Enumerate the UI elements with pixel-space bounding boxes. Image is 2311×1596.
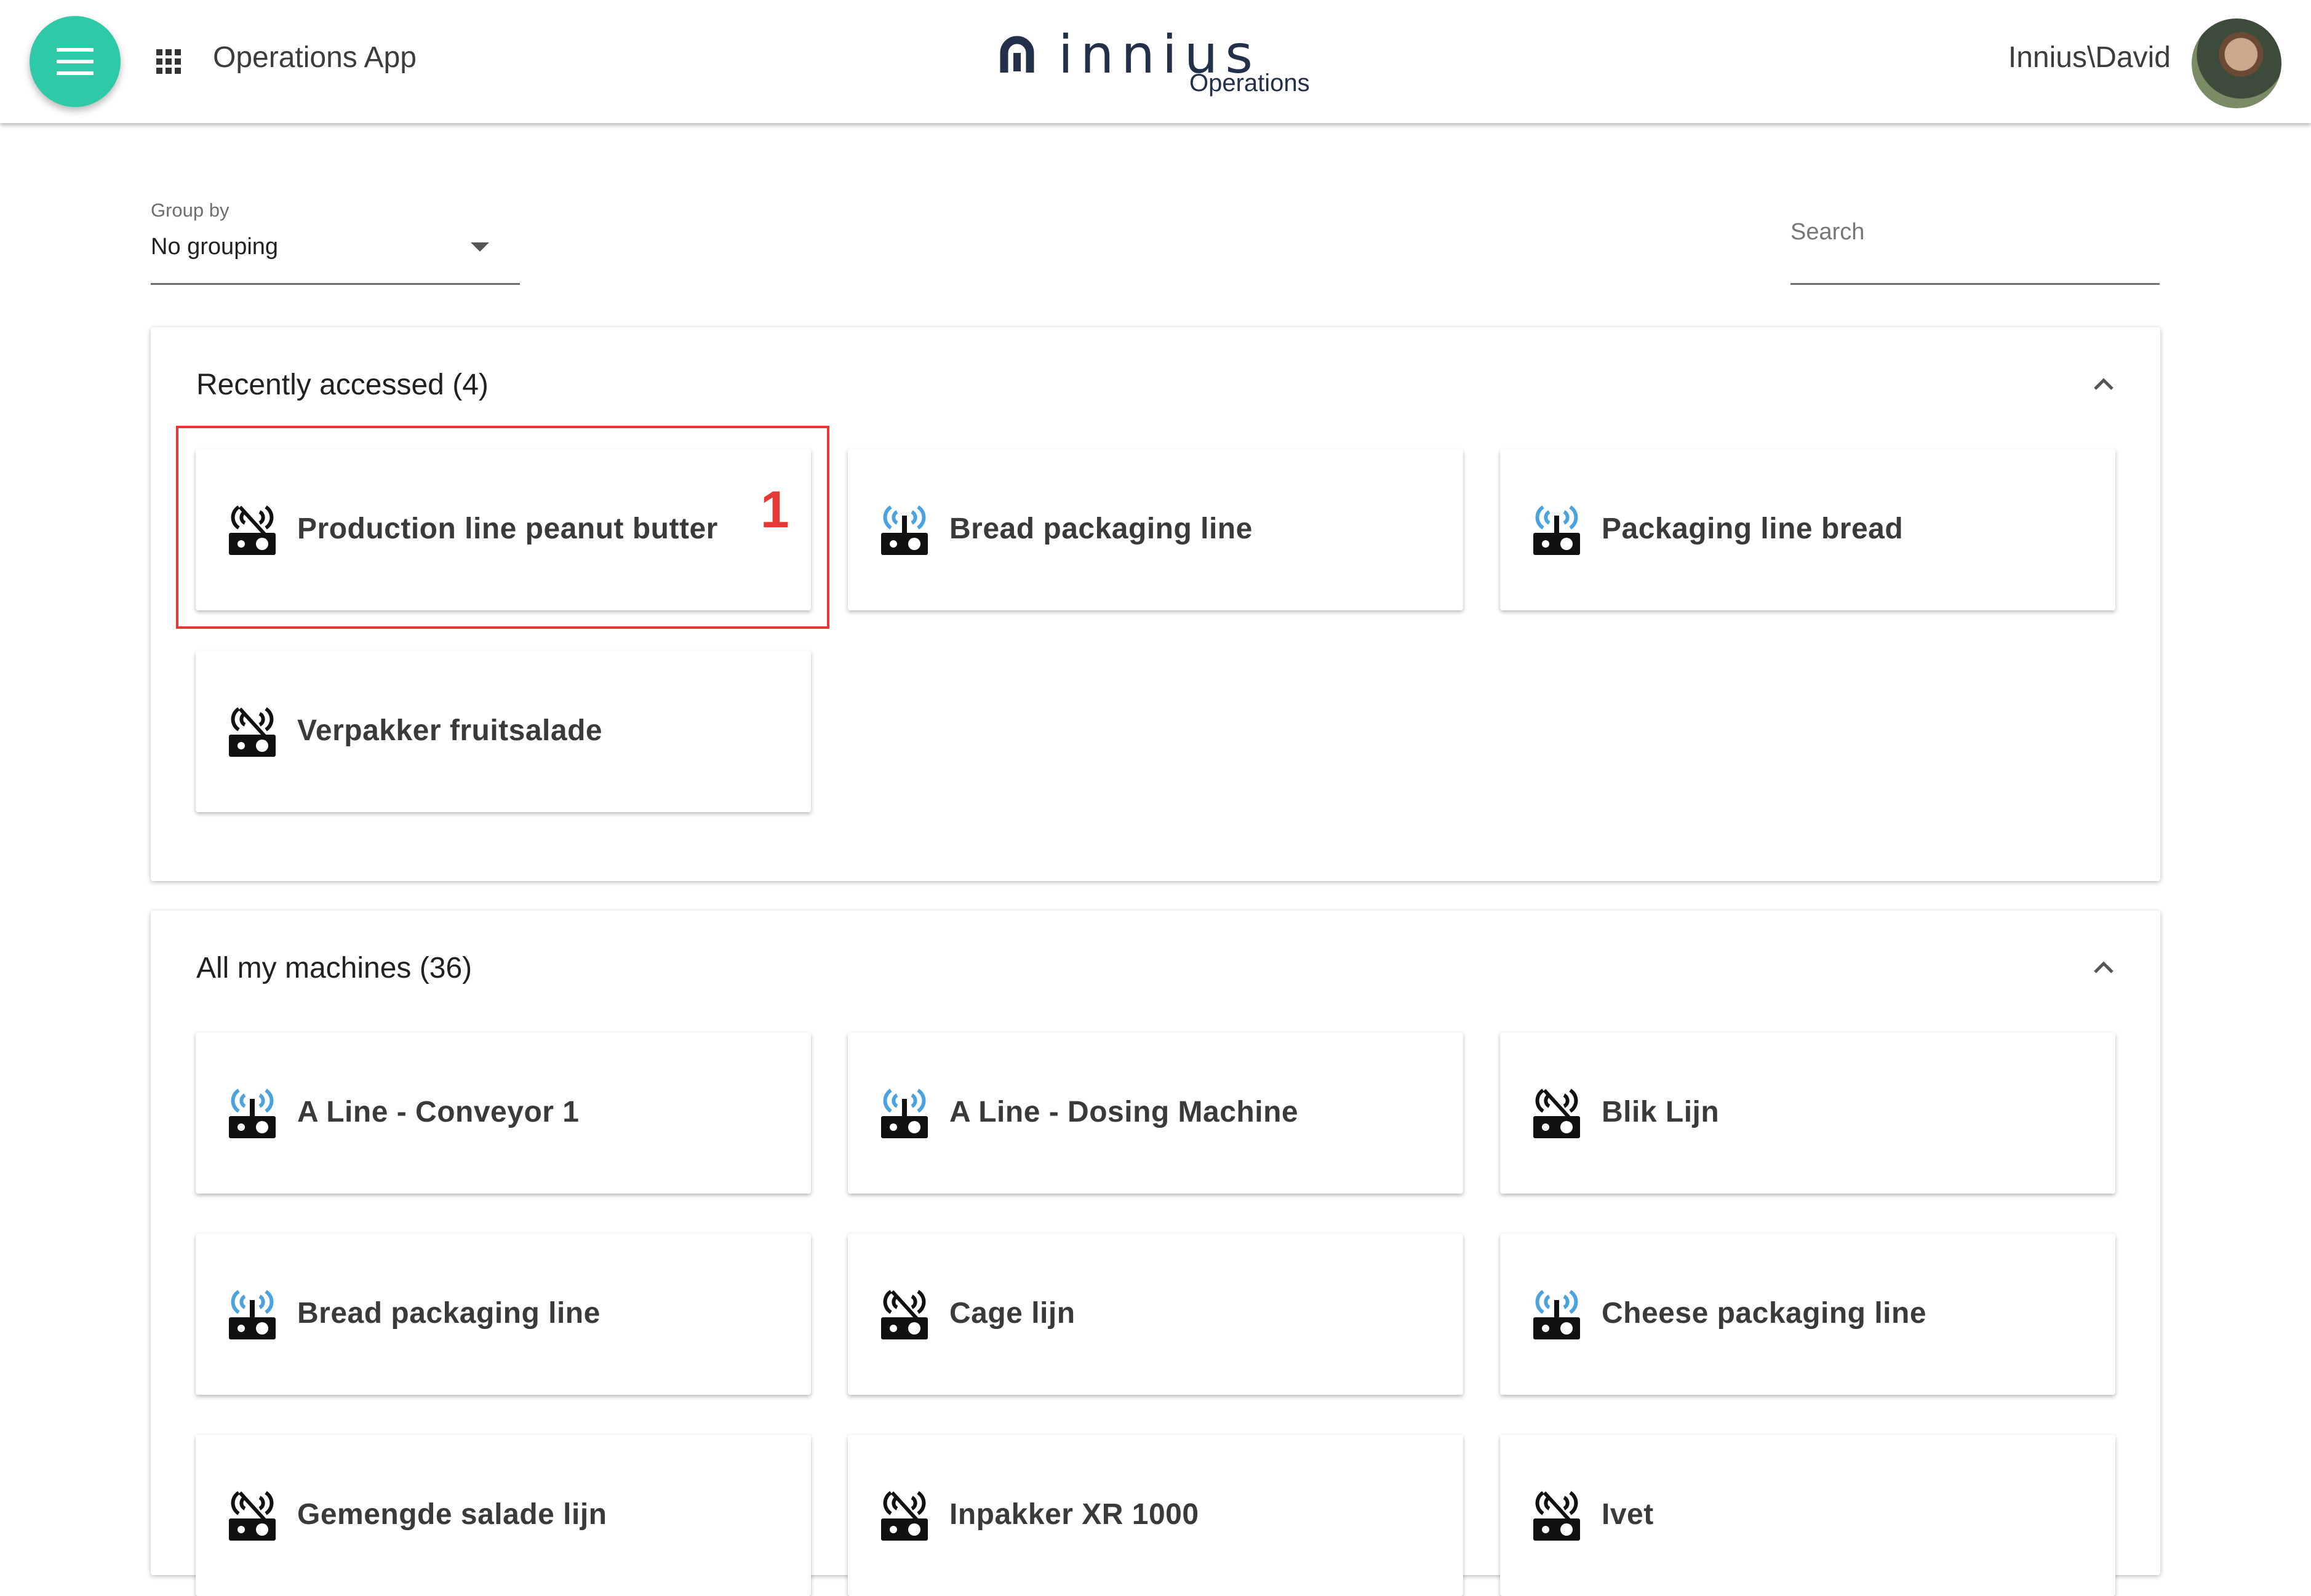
search-input[interactable] [1790, 209, 2160, 245]
machine-connected-icon [1532, 1288, 1581, 1339]
machine-card[interactable]: A Line - Conveyor 1 [196, 1032, 811, 1194]
machine-disconnected-icon [228, 705, 277, 757]
logo-subtitle: Operations [1189, 70, 1310, 97]
machine-disconnected-icon [1532, 1489, 1581, 1541]
machine-name: A Line - Conveyor 1 [297, 1096, 580, 1128]
machine-card[interactable]: A Line - Dosing Machine [848, 1032, 1463, 1194]
machine-disconnected-icon [228, 1489, 277, 1541]
app-header: Operations App innius Operations Innius\… [0, 0, 2311, 123]
machine-name: Cage lijn [949, 1297, 1076, 1330]
hamburger-icon [57, 48, 94, 75]
machine-card[interactable]: Gemengde salade lijn [196, 1435, 811, 1596]
machine-card[interactable]: Blik Lijn [1500, 1032, 2115, 1194]
machine-card[interactable]: Ivet [1500, 1435, 2115, 1596]
chevron-up-icon[interactable] [2091, 372, 2116, 396]
group-by-label: Group by [151, 199, 230, 221]
machine-card[interactable]: Cheese packaging line [1500, 1234, 2115, 1395]
group-by-value: No grouping [151, 234, 279, 260]
highlight-box [176, 426, 829, 629]
machine-disconnected-icon [880, 1489, 929, 1541]
apps-grid-icon[interactable] [156, 49, 181, 74]
machine-connected-icon [880, 503, 929, 555]
app-title: Operations App [213, 41, 417, 74]
machine-card[interactable]: Verpakker fruitsalade [196, 651, 811, 812]
avatar[interactable] [2192, 18, 2281, 108]
machine-card[interactable]: Bread packaging line [848, 449, 1463, 610]
user-name[interactable]: Innius\David [2008, 41, 2171, 74]
group-by-select[interactable]: No grouping [151, 229, 520, 285]
machine-name: Bread packaging line [297, 1297, 601, 1330]
main-menu-button[interactable] [30, 16, 121, 107]
panel-title-all-machines: All my machines (36) [196, 952, 473, 984]
panel-title-recent: Recently accessed (4) [196, 369, 489, 401]
search-field[interactable] [1790, 209, 2160, 285]
machine-connected-icon [1532, 503, 1581, 555]
machine-card[interactable]: Inpakker XR 1000 [848, 1435, 1463, 1596]
machine-name: Ivet [1602, 1498, 1654, 1531]
machine-card[interactable]: Cage lijn [848, 1234, 1463, 1395]
machine-name: Inpakker XR 1000 [949, 1498, 1199, 1531]
chevron-up-icon[interactable] [2091, 955, 2116, 980]
innius-logo: innius Operations [997, 28, 1317, 102]
machine-card[interactable]: Packaging line bread [1500, 449, 2115, 610]
machine-connected-icon [880, 1087, 929, 1138]
machine-card[interactable]: Bread packaging line [196, 1234, 811, 1395]
machine-name: Verpakker fruitsalade [297, 714, 603, 747]
machine-disconnected-icon [1532, 1087, 1581, 1138]
machine-connected-icon [228, 1288, 277, 1339]
dropdown-caret-icon [471, 242, 489, 252]
machine-name: Gemengde salade lijn [297, 1498, 607, 1531]
machine-name: Cheese packaging line [1602, 1297, 1927, 1330]
machine-name: Blik Lijn [1602, 1096, 1720, 1128]
annotation-marker: 1 [760, 481, 789, 538]
machine-connected-icon [228, 1087, 277, 1138]
machine-disconnected-icon [880, 1288, 929, 1339]
innius-logo-mark-icon [1000, 36, 1034, 73]
machine-name: Packaging line bread [1602, 513, 1904, 545]
machine-name: A Line - Dosing Machine [949, 1096, 1299, 1128]
machine-name: Bread packaging line [949, 513, 1253, 545]
